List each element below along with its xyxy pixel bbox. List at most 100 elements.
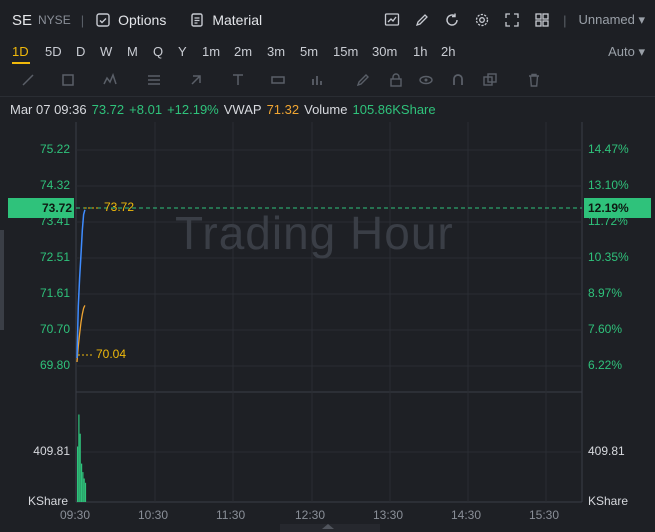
text-tool-icon[interactable] bbox=[230, 72, 246, 88]
divider: | bbox=[563, 12, 567, 28]
tf-5m[interactable]: 5m bbox=[300, 44, 318, 59]
left-panel-handle bbox=[0, 230, 4, 330]
tf-w[interactable]: W bbox=[100, 44, 112, 59]
material-button[interactable]: Material bbox=[188, 11, 262, 29]
quote-datetime: Mar 07 09:36 bbox=[10, 101, 87, 117]
pct-tick: 10.35% bbox=[588, 250, 629, 264]
gear-icon[interactable] bbox=[473, 11, 491, 29]
layout-grid-icon[interactable] bbox=[533, 11, 551, 29]
options-button[interactable]: Options bbox=[94, 11, 166, 29]
copy-icon[interactable] bbox=[482, 72, 498, 88]
vwap-value: 71.32 bbox=[266, 101, 300, 117]
ruler-tool-icon[interactable] bbox=[270, 72, 286, 88]
fib-tool-icon[interactable] bbox=[146, 72, 162, 88]
time-tick: 13:30 bbox=[373, 508, 404, 522]
quote-info-line: Mar 07 09:36 73.72 +8.01 +12.19% VWAP 71… bbox=[0, 98, 655, 120]
indicator-tool-icon[interactable] bbox=[310, 72, 326, 88]
volume-tick-left: 409.81 bbox=[33, 444, 70, 458]
symbol-label[interactable]: SE bbox=[12, 12, 32, 29]
time-tick: 15:30 bbox=[529, 508, 560, 522]
pct-tick: 7.60% bbox=[588, 322, 623, 336]
watermark: Trading Hour bbox=[175, 207, 454, 259]
price-tick: 72.51 bbox=[39, 250, 70, 264]
lock-icon[interactable] bbox=[388, 72, 404, 88]
current-pct-tag: 12.19% bbox=[584, 198, 651, 218]
tf-15m[interactable]: 15m bbox=[333, 44, 358, 59]
eye-icon[interactable] bbox=[418, 72, 434, 88]
quote-change: +8.01 bbox=[129, 101, 163, 117]
pct-tick: 8.97% bbox=[588, 286, 623, 300]
tf-2h[interactable]: 2h bbox=[441, 44, 455, 59]
time-tick: 11:30 bbox=[216, 508, 246, 522]
refresh-icon[interactable] bbox=[443, 11, 461, 29]
price-annotation: 73.72 bbox=[104, 200, 135, 214]
volume-unit-left: KShare bbox=[28, 494, 69, 508]
tf-m[interactable]: M bbox=[127, 44, 138, 59]
volume-bar bbox=[82, 472, 84, 502]
tf-y[interactable]: Y bbox=[178, 44, 187, 59]
volume-unit-right: KShare bbox=[588, 494, 629, 508]
pen-icon[interactable] bbox=[413, 11, 431, 29]
vwap-annotation: 70.04 bbox=[96, 347, 127, 361]
volume-value: 105.86KShare bbox=[352, 101, 436, 117]
tf-2m[interactable]: 2m bbox=[234, 44, 252, 59]
quote-price: 73.72 bbox=[91, 101, 125, 117]
chart-type-icon[interactable] bbox=[383, 11, 401, 29]
timeframe-bar: 1D 5D D W M Q Y 1m 2m 3m 5m 15m 30m 1h 2… bbox=[0, 40, 655, 64]
volume-tick-right: 409.81 bbox=[588, 444, 625, 458]
trash-icon[interactable] bbox=[526, 72, 542, 88]
price-tick: 74.32 bbox=[39, 178, 70, 192]
price-tick: 69.80 bbox=[39, 358, 70, 372]
chart-grid bbox=[75, 122, 583, 503]
material-label: Material bbox=[212, 12, 263, 28]
pct-tick: 14.47% bbox=[588, 142, 629, 156]
time-tick: 10:30 bbox=[138, 508, 169, 522]
price-tick: 75.22 bbox=[39, 142, 70, 156]
price-line bbox=[76, 209, 86, 359]
price-chart[interactable] bbox=[0, 120, 655, 532]
volume-bar bbox=[84, 482, 87, 502]
quote-change-pct: +12.19% bbox=[167, 101, 219, 117]
options-label: Options bbox=[118, 12, 167, 28]
scroll-handle bbox=[280, 524, 380, 532]
time-tick: 12:30 bbox=[295, 508, 326, 522]
layout-name-label: Unnamed bbox=[578, 12, 635, 27]
fullscreen-icon[interactable] bbox=[503, 11, 521, 29]
volume-bar bbox=[77, 446, 79, 502]
top-bar: SE NYSE | Options Material | Unnamed ▾ bbox=[0, 0, 655, 40]
tf-1m[interactable]: 1m bbox=[202, 44, 220, 59]
rectangle-tool-icon[interactable] bbox=[60, 72, 76, 88]
time-tick: 09:30 bbox=[60, 508, 91, 522]
divider: | bbox=[80, 12, 85, 28]
brush-tool-icon[interactable] bbox=[355, 72, 371, 88]
volume-label: Volume bbox=[304, 101, 348, 117]
time-tick: 14:30 bbox=[451, 508, 482, 522]
volume-bar bbox=[81, 463, 83, 502]
tf-1d[interactable]: 1D bbox=[12, 44, 29, 59]
volume-bar bbox=[83, 478, 85, 502]
tf-1h[interactable]: 1h bbox=[413, 44, 427, 59]
volume-bar bbox=[79, 433, 81, 502]
pattern-tool-icon[interactable] bbox=[102, 72, 118, 88]
document-icon bbox=[188, 11, 206, 29]
tf-5d[interactable]: 5D bbox=[45, 44, 62, 59]
arrow-tool-icon[interactable] bbox=[188, 72, 204, 88]
drawing-toolbar bbox=[0, 64, 655, 97]
pct-tick: 13.10% bbox=[588, 178, 629, 192]
tf-30m[interactable]: 30m bbox=[372, 44, 397, 59]
tf-q[interactable]: Q bbox=[153, 44, 163, 59]
tf-d[interactable]: D bbox=[76, 44, 85, 59]
tf-3m[interactable]: 3m bbox=[267, 44, 285, 59]
pct-tick: 6.22% bbox=[588, 358, 623, 372]
magnet-icon[interactable] bbox=[450, 72, 466, 88]
line-tool-icon[interactable] bbox=[20, 72, 36, 88]
volume-bar bbox=[78, 414, 80, 502]
vwap-label: VWAP bbox=[223, 101, 262, 117]
current-price-tag: 73.72 bbox=[8, 198, 74, 218]
layout-name-dropdown[interactable]: Unnamed ▾ bbox=[578, 12, 645, 28]
auto-dropdown[interactable]: Auto ▾ bbox=[608, 44, 645, 60]
volume-bars bbox=[77, 414, 87, 502]
exchange-label: NYSE bbox=[38, 13, 71, 27]
auto-label: Auto bbox=[608, 44, 635, 59]
price-tick: 71.61 bbox=[39, 286, 70, 300]
